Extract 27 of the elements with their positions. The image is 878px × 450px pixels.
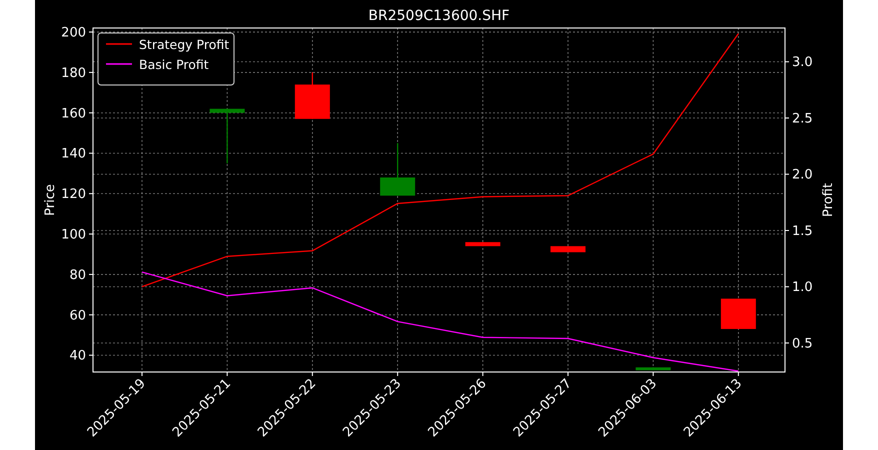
tick-label: 160: [61, 106, 86, 122]
candlestick: [210, 108, 245, 164]
tick-label: 1.0: [792, 280, 813, 296]
tick-label: 180: [61, 66, 86, 81]
tick-label: 1.5: [792, 224, 813, 239]
tick-label: 80: [69, 268, 86, 283]
tick-label: 3.0: [792, 55, 813, 70]
tick-label: 0.5: [792, 336, 813, 352]
legend-label: Strategy Profit: [139, 37, 230, 52]
candlestick: [720, 298, 756, 329]
tick-label: 60: [69, 308, 86, 324]
tick-label: 2.5: [792, 112, 813, 126]
candlestick: [636, 367, 671, 370]
axis-label: Profit: [821, 183, 836, 217]
candlestick: [294, 72, 330, 119]
tick-label: 100: [61, 228, 86, 243]
candlestick: [380, 143, 416, 196]
tick-label: 200: [61, 26, 86, 41]
candlestick: [550, 246, 586, 252]
legend-label: Basic Profit: [139, 57, 209, 72]
axis-label: Price: [43, 184, 58, 216]
tick-label: 40: [69, 348, 86, 364]
tick-label: 120: [61, 187, 86, 202]
candlestick: [465, 242, 500, 246]
tick-label: 2.0: [792, 168, 813, 183]
tick-label: 140: [61, 146, 86, 162]
chart-title: BR2509C13600.SHF: [368, 8, 510, 24]
